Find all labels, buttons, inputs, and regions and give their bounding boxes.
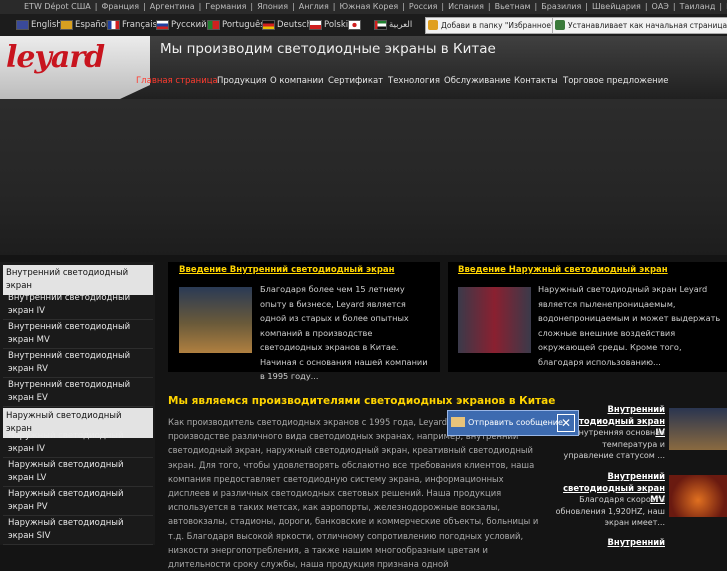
lang-francais[interactable]: Français — [107, 14, 157, 36]
right-item-desc: Благодаря скорости обновления 1,920HZ, н… — [555, 495, 665, 527]
close-icon[interactable]: ✕ — [557, 414, 575, 432]
star-icon — [428, 20, 438, 30]
menu-certificate[interactable]: Сертификат — [328, 76, 383, 86]
right-item-image[interactable] — [669, 475, 727, 517]
separator: | — [585, 2, 588, 11]
add-favorites-button[interactable]: Добави в папку "Избранное" — [425, 17, 559, 34]
main-title: Мы являемся производителями светодиодных… — [168, 395, 556, 407]
menu-products[interactable]: Продукция — [217, 76, 266, 86]
logo: leyard — [6, 40, 105, 75]
outdoor-screen-photo[interactable] — [458, 287, 531, 353]
set-homepage-button[interactable]: Устанавливает как начальная страница — [552, 17, 727, 34]
lang-arabic[interactable]: العربية — [374, 14, 412, 36]
flag-pt-icon — [207, 19, 220, 30]
country-link[interactable]: Бразилия — [539, 2, 583, 11]
lang-portugues[interactable]: Português — [207, 14, 265, 36]
right-item-image[interactable] — [669, 408, 727, 450]
intro-outdoor-text: Наружный светодиодный экран Leyard являе… — [538, 284, 721, 367]
separator: | — [292, 2, 295, 11]
home-icon — [555, 20, 565, 30]
lang-espanol[interactable]: Español — [60, 14, 108, 36]
country-link[interactable]: ETW Dépot США — [22, 2, 93, 11]
flag-es-icon — [60, 19, 73, 30]
intro-outdoor: Введение Наружный светодиодный экран Нар… — [448, 262, 727, 372]
flag-jp-icon — [348, 19, 361, 30]
separator: | — [487, 2, 491, 11]
country-bar: ETW Dépot США | Франция | Аргентина | Германия… — [0, 0, 727, 14]
lang-english[interactable]: English — [16, 14, 62, 36]
sidebar-item-indoor-ev[interactable]: Внутренний светодиодный экран EV — [3, 378, 153, 407]
menu-about[interactable]: О компании — [270, 76, 324, 86]
country-link[interactable]: Германия — [203, 2, 248, 11]
intro-outdoor-title[interactable]: Введение Наружный светодиодный экран — [458, 265, 668, 275]
send-message-label: Отправить сообщение — [468, 418, 563, 427]
right-item-title[interactable]: Внутренний — [555, 537, 665, 549]
flag-fr-icon — [107, 19, 120, 30]
menu-service[interactable]: Обслуживание — [444, 76, 511, 86]
intro-indoor: Введение Внутренний светодиодный экран Б… — [168, 262, 440, 381]
menu-technology[interactable]: Технология — [388, 76, 440, 86]
country-link[interactable]: Таиланд — [678, 2, 718, 11]
send-message-widget[interactable]: Отправить сообщение ✕ — [447, 410, 579, 436]
separator: | — [644, 2, 648, 11]
logo-area[interactable]: leyard — [0, 36, 150, 99]
right-column: Внутренний светодиодный экран IV Внутрен… — [555, 395, 727, 547]
flag-de-icon — [262, 19, 275, 30]
lang-polski[interactable]: Polski — [309, 14, 348, 36]
sidebar-item-indoor-iv[interactable]: Внутренний светодиодный экран IV — [3, 291, 153, 320]
envelope-icon — [451, 417, 465, 427]
main-text: Как производитель светодиодных экранов с… — [168, 417, 540, 570]
lang-deutsch[interactable]: Deutsch — [262, 14, 312, 36]
country-link[interactable]: Япония — [255, 2, 290, 11]
lang-russkiy[interactable]: Русский — [156, 14, 207, 36]
sidebar-item-outdoor-lv[interactable]: Наружный светодиодный экран LV — [3, 458, 153, 487]
country-link[interactable]: Южная Корея — [337, 2, 400, 11]
menu-contacts[interactable]: Контакты — [514, 76, 558, 86]
menu-home[interactable]: Главная страница — [136, 76, 218, 86]
country-link[interactable]: Вьетнам — [493, 2, 533, 11]
flag-us-icon — [16, 19, 29, 30]
separator: | — [143, 2, 146, 11]
country-link[interactable]: Аргентина — [148, 2, 197, 11]
intro-indoor-text: Благодаря более чем 15 летнему опыту в б… — [260, 284, 428, 381]
flag-pl-icon — [309, 19, 322, 30]
slogan: Мы производим светодиодные экраны в Кита… — [160, 41, 496, 57]
separator: | — [672, 2, 676, 11]
country-link[interactable]: Испания — [446, 2, 486, 11]
country-link[interactable]: Россия — [407, 2, 440, 11]
indoor-screen-photo[interactable] — [179, 287, 252, 353]
sidebar-item-outdoor-pv[interactable]: Наружный светодиодный экран PV — [3, 487, 153, 516]
country-link[interactable]: ОАЭ — [650, 2, 671, 11]
header: leyard Мы производим светодиодные экраны… — [0, 36, 727, 99]
lang-japanese[interactable] — [348, 14, 363, 36]
country-link[interactable]: Франция — [99, 2, 141, 11]
sidebar-item-outdoor-siv[interactable]: Наружный светодиодный экран SIV — [3, 516, 153, 545]
separator: | — [402, 2, 405, 11]
menu-trade-offer[interactable]: Торговое предложение — [563, 76, 669, 86]
intro-indoor-title[interactable]: Введение Внутренний светодиодный экран — [179, 265, 395, 275]
banner — [0, 99, 727, 255]
country-link[interactable]: Швейцария — [590, 2, 643, 11]
country-link[interactable]: Англия — [297, 2, 331, 11]
sidebar-item-indoor-rv[interactable]: Внутренний светодиодный экран RV — [3, 349, 153, 378]
sidebar: Внутренний светодиодный экран Внутренний… — [0, 262, 155, 545]
topbar-spacer — [0, 2, 22, 11]
sidebar-item-outdoor-iv[interactable]: Наружный светодиодный экран IV — [3, 429, 153, 458]
flag-ru-icon — [156, 19, 169, 30]
sidebar-item-indoor-mv[interactable]: Внутренний светодиодный экран MV — [3, 320, 153, 349]
flag-ae-icon — [374, 19, 387, 30]
